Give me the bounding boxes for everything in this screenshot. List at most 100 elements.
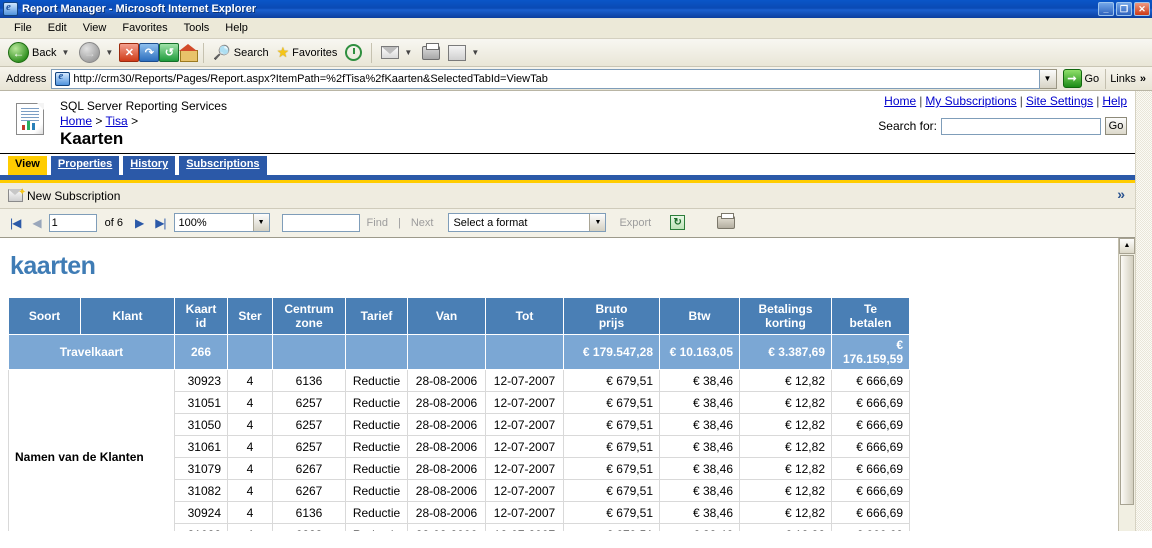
subtotal-ster <box>227 334 273 371</box>
mail-button[interactable]: ▼ <box>377 45 418 60</box>
report-refresh-icon[interactable]: ↻ <box>670 215 686 231</box>
minimize-button[interactable]: _ <box>1098 2 1114 16</box>
find-next-button[interactable]: Next <box>408 217 437 229</box>
address-dropdown-icon[interactable]: ▼ <box>1039 68 1057 89</box>
restore-button[interactable]: ❐ <box>1116 2 1132 16</box>
edit-dropdown-icon[interactable]: ▼ <box>471 48 479 57</box>
refresh-icon[interactable]: ↷ <box>139 43 160 62</box>
subtotal-soort: Travelkaart <box>8 334 175 371</box>
report-print-icon[interactable] <box>717 213 736 230</box>
menu-favorites[interactable]: Favorites <box>114 20 175 36</box>
breadcrumb-tisa[interactable]: Tisa <box>106 114 128 128</box>
cell-kaart-id: 31061 <box>174 435 228 459</box>
find-button[interactable]: Find <box>364 217 391 229</box>
report-vertical-scrollbar[interactable]: ▲ <box>1118 237 1135 531</box>
col-betalings-korting[interactable]: Betalings korting <box>739 296 832 336</box>
app-title: SQL Server Reporting Services <box>60 99 227 113</box>
tab-history[interactable]: History <box>123 156 176 175</box>
page-number-input[interactable] <box>48 213 97 232</box>
col-te-betalen[interactable]: Te betalen <box>831 296 910 336</box>
back-button[interactable]: ← Back ▼ <box>4 41 75 64</box>
cell-tot: 12-07-2007 <box>485 391 564 415</box>
col-van[interactable]: Van <box>407 296 486 336</box>
last-page-button[interactable]: ▶| <box>151 216 169 230</box>
search-label: Search <box>233 46 269 59</box>
scroll-up-arrow-icon[interactable]: ▲ <box>1119 237 1135 254</box>
cell-tot: 12-07-2007 <box>485 501 564 525</box>
reporting-services-header: SQL Server Reporting Services Home > Tis… <box>0 91 1135 155</box>
forward-dropdown-icon[interactable]: ▼ <box>105 48 113 57</box>
format-chevron-down-icon[interactable]: ▼ <box>589 214 606 232</box>
close-button[interactable]: ✕ <box>1134 2 1150 16</box>
scroll-thumb[interactable] <box>1120 254 1134 505</box>
top-link-site-settings[interactable]: Site Settings <box>1026 94 1093 108</box>
print-button[interactable] <box>418 42 444 61</box>
go-button[interactable]: ➞ Go <box>1057 69 1106 88</box>
col-tarief[interactable]: Tarief <box>345 296 408 336</box>
links-button[interactable]: Links » <box>1105 68 1150 89</box>
zoom-select[interactable]: 100% ▼ <box>173 213 270 233</box>
col-ster[interactable]: Ster <box>227 296 273 336</box>
back-dropdown-icon[interactable]: ▼ <box>61 48 69 57</box>
cell-bruto-prijs: € 679,51 <box>563 413 660 437</box>
top-link-sep-1: | <box>919 94 923 108</box>
search-input[interactable] <box>941 117 1101 135</box>
search-button[interactable]: 🔍 Search <box>209 43 272 62</box>
breadcrumb-home[interactable]: Home <box>60 114 92 128</box>
cell-centrum-zone: 6257 <box>272 413 346 437</box>
tab-view[interactable]: View <box>8 156 47 175</box>
search-area: Search for: Go <box>878 117 1127 135</box>
stop-icon[interactable]: ✕ <box>119 43 140 62</box>
mail-dropdown-icon[interactable]: ▼ <box>404 48 412 57</box>
col-tot[interactable]: Tot <box>485 296 564 336</box>
cell-van: 28-08-2006 <box>407 435 486 459</box>
favorites-button[interactable]: ★ Favorites <box>273 43 342 62</box>
edit-button[interactable]: ▼ <box>444 44 485 62</box>
zoom-chevron-down-icon[interactable]: ▼ <box>252 214 269 232</box>
find-input[interactable] <box>281 213 360 232</box>
tab-strip: View Properties History Subscriptions <box>0 154 1135 175</box>
previous-page-button[interactable]: ◀ <box>28 216 44 230</box>
cell-te-betalen: € 666,69 <box>831 413 910 437</box>
history-button[interactable] <box>341 43 366 62</box>
home-refresh-icon[interactable]: ↺ <box>159 43 180 62</box>
search-go-button[interactable]: Go <box>1105 117 1127 135</box>
menu-tools[interactable]: Tools <box>176 20 218 36</box>
col-soort[interactable]: Soort <box>8 296 81 336</box>
tab-subscriptions[interactable]: Subscriptions <box>179 156 267 175</box>
print-icon <box>422 42 441 60</box>
collapse-chevron-up-icon[interactable]: » <box>1117 187 1125 201</box>
back-arrow-icon: ← <box>8 42 29 63</box>
col-kaart-id[interactable]: Kaart id <box>174 296 228 336</box>
col-bruto-prijs[interactable]: Bruto prijs <box>563 296 660 336</box>
export-button[interactable]: Export <box>616 217 654 229</box>
menu-edit[interactable]: Edit <box>40 20 75 36</box>
cell-van: 28-08-2006 <box>407 523 486 531</box>
menu-file[interactable]: File <box>6 20 40 36</box>
next-page-button[interactable]: ▶ <box>131 216 147 230</box>
col-btw[interactable]: Btw <box>659 296 740 336</box>
top-link-my-subscriptions[interactable]: My Subscriptions <box>925 94 1016 108</box>
home-icon[interactable] <box>179 44 199 62</box>
col-centrum-zone[interactable]: Centrum zone <box>272 296 346 336</box>
tab-properties[interactable]: Properties <box>50 156 120 175</box>
menu-help[interactable]: Help <box>217 20 256 36</box>
report-heading: kaarten <box>10 251 96 280</box>
col-klant[interactable]: Klant <box>80 296 175 336</box>
top-link-sep-3: | <box>1096 94 1100 108</box>
cell-ster: 4 <box>227 435 273 459</box>
first-page-button[interactable]: |◀ <box>6 216 24 230</box>
table-header-row: Soort Klant Kaart id Ster Centrum zone Tar… <box>8 296 910 336</box>
forward-button[interactable]: → ▼ <box>75 41 119 64</box>
window-vertical-scrollbar[interactable] <box>1135 91 1152 531</box>
scroll-track[interactable] <box>1119 504 1135 531</box>
menu-view[interactable]: View <box>75 20 115 36</box>
address-input[interactable]: http://crm30/Reports/Pages/Report.aspx?I… <box>51 68 1040 89</box>
export-format-select[interactable]: Select a format ▼ <box>448 213 607 233</box>
new-subscription-label[interactable]: New Subscription <box>27 189 120 203</box>
cell-bruto-prijs: € 679,51 <box>563 369 660 393</box>
subtotal-tot <box>485 334 564 371</box>
address-bar: Address http://crm30/Reports/Pages/Repor… <box>0 67 1152 91</box>
top-link-home[interactable]: Home <box>884 94 916 108</box>
top-link-help[interactable]: Help <box>1102 94 1127 108</box>
